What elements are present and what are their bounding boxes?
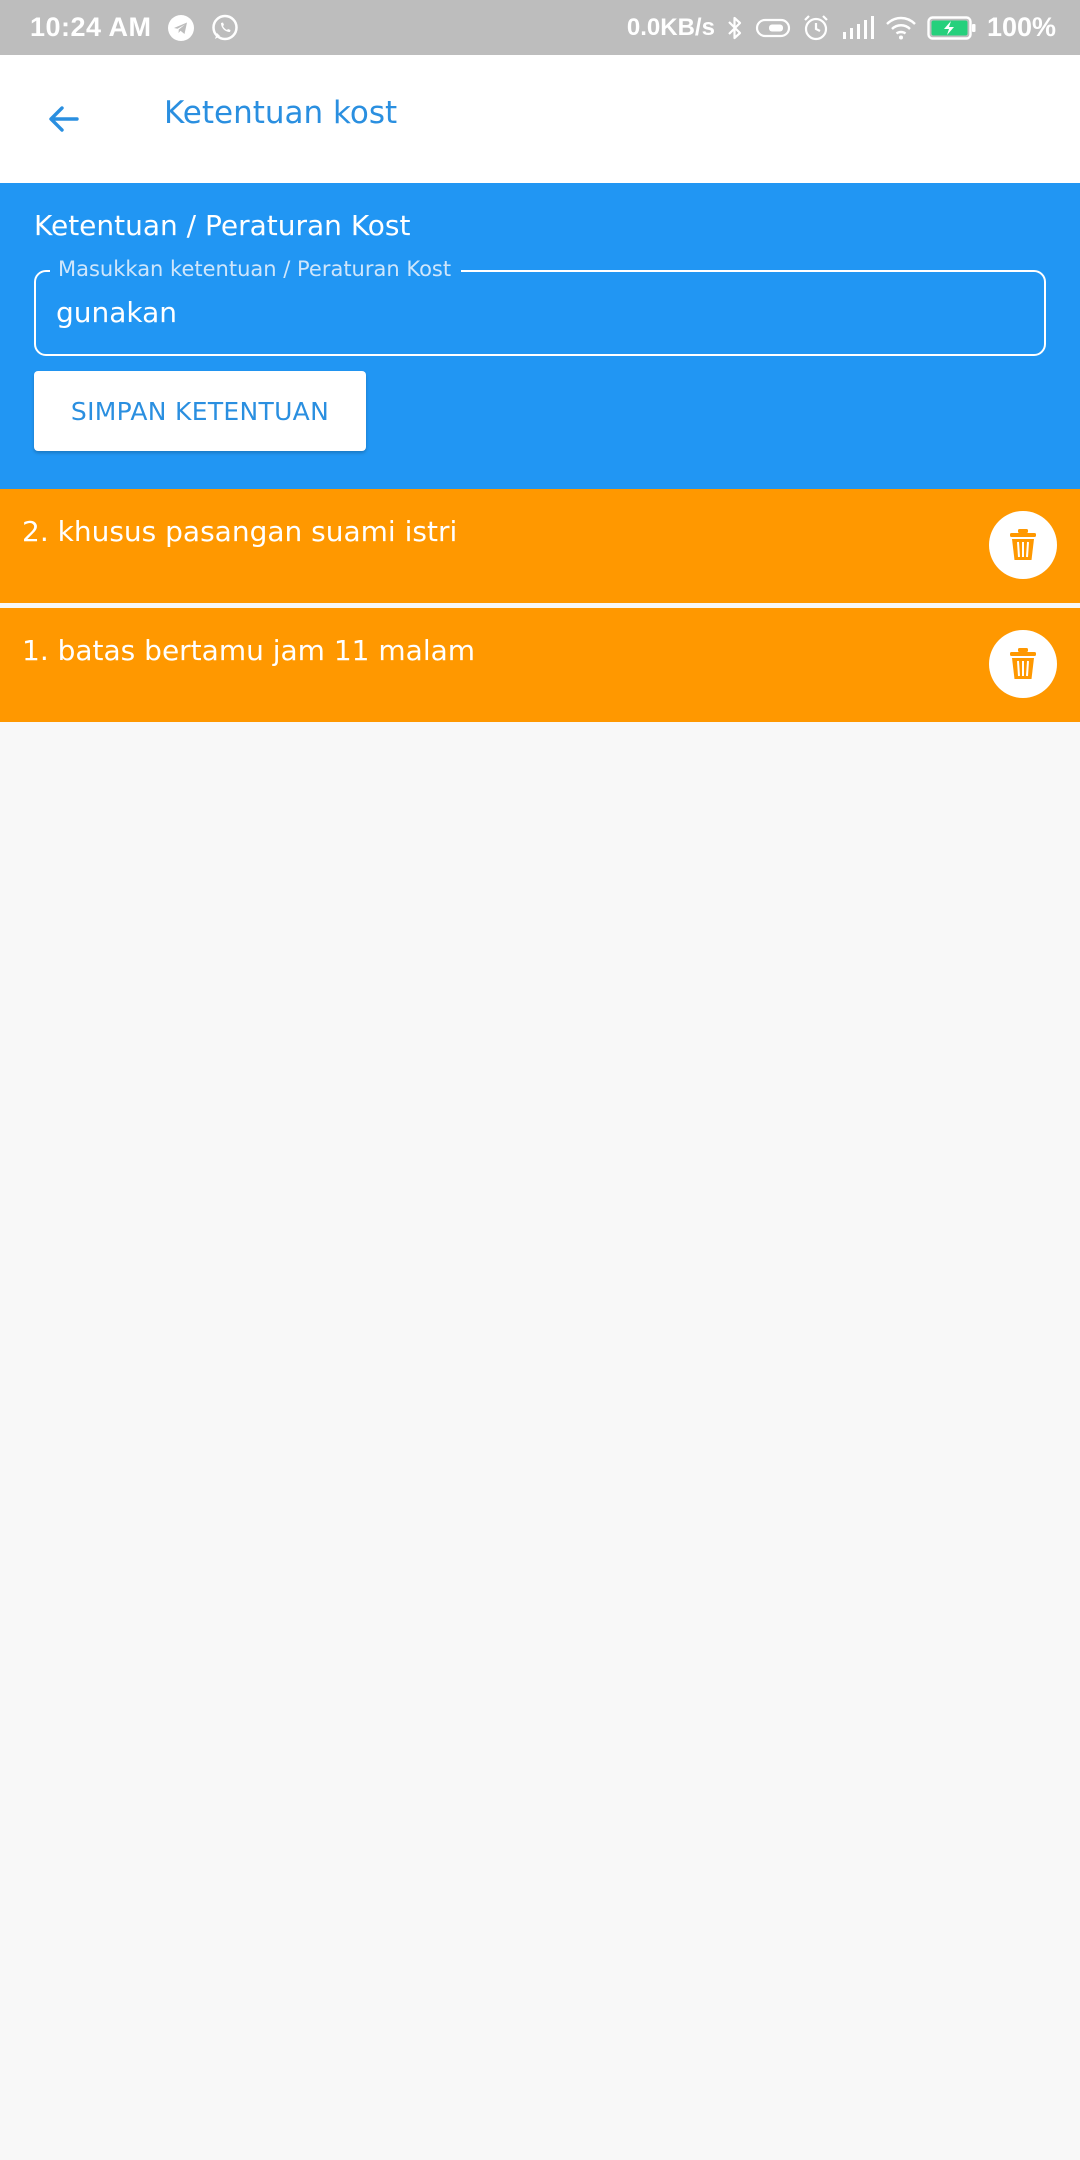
rule-field-label: Masukkan ketentuan / Peraturan Kost [50, 257, 462, 281]
rule-field[interactable]: Masukkan ketentuan / Peraturan Kost [34, 257, 1046, 356]
trash-icon [1010, 648, 1036, 679]
arrow-left-icon [49, 106, 79, 132]
rule-item: 1. batas bertamu jam 11 malam [0, 608, 1080, 722]
network-speed: 0.0KB/s [626, 13, 715, 41]
status-bar: 10:24 AM 0.0KB/s 100% [0, 0, 1080, 55]
wifi-icon [885, 15, 917, 41]
trash-icon [1010, 529, 1036, 560]
status-left: 10:24 AM [30, 0, 240, 55]
whatsapp-icon [210, 13, 240, 43]
rules-list: 2. khusus pasangan suami istri 1. batas … [0, 489, 1080, 727]
status-right: 0.0KB/s 100% [627, 0, 1056, 55]
delete-rule-button[interactable] [989, 511, 1057, 579]
rule-form: Ketentuan / Peraturan Kost Masukkan kete… [0, 183, 1080, 489]
rule-input[interactable] [56, 290, 1016, 334]
app-bar: Ketentuan kost [0, 55, 1080, 183]
rule-text: 2. khusus pasangan suami istri [22, 515, 458, 548]
battery-percent: 100% [986, 12, 1056, 42]
back-button[interactable] [36, 91, 92, 147]
delete-rule-button[interactable] [989, 630, 1057, 698]
rule-item: 2. khusus pasangan suami istri [0, 489, 1080, 603]
form-heading: Ketentuan / Peraturan Kost [34, 209, 411, 242]
page-title: Ketentuan kost [164, 95, 398, 131]
alarm-icon [801, 13, 831, 43]
save-rule-button[interactable]: SIMPAN KETENTUAN [34, 371, 366, 451]
battery-charging-icon [927, 15, 977, 41]
signal-icon [841, 15, 875, 41]
status-time: 10:24 AM [30, 12, 152, 42]
rule-text: 1. batas bertamu jam 11 malam [22, 634, 476, 667]
bluetooth-icon [725, 14, 745, 42]
toggle-icon [755, 16, 791, 40]
telegram-icon [166, 13, 196, 43]
